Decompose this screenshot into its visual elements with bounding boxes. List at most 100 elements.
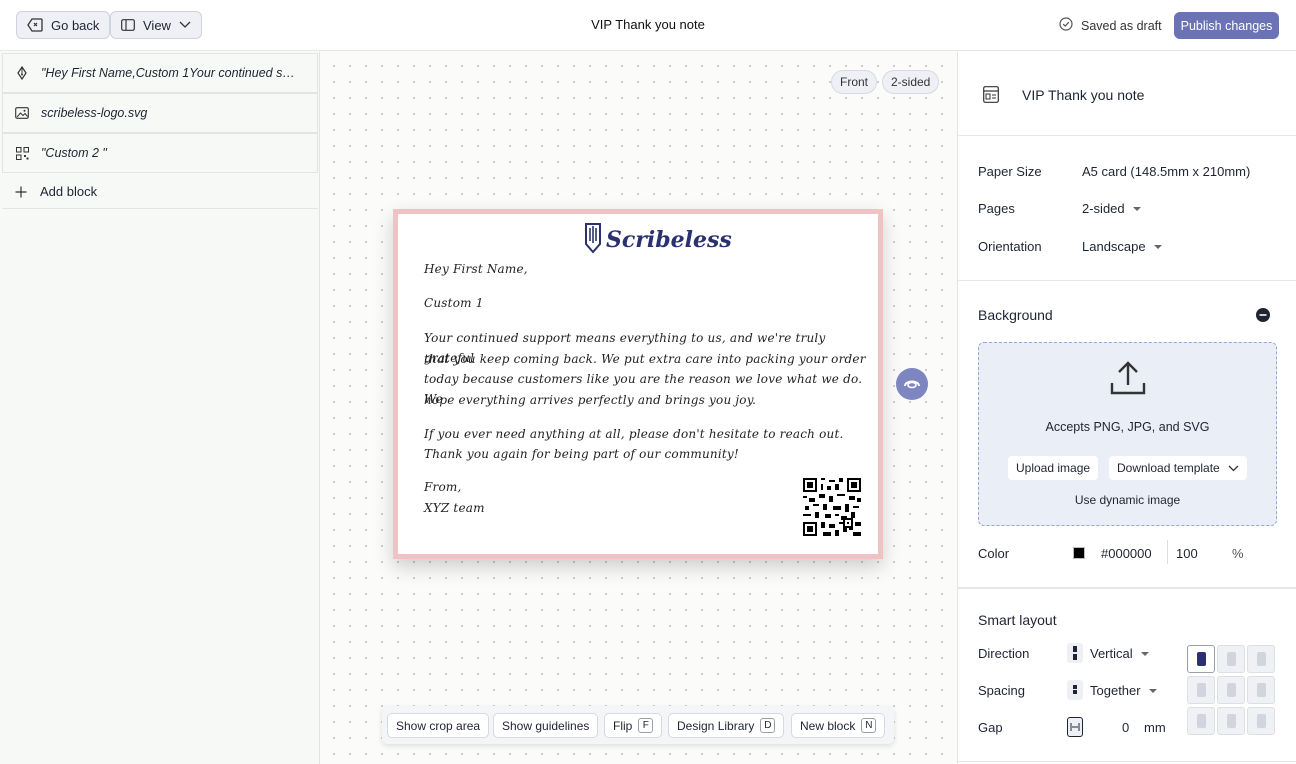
- new-block-label: New block: [800, 718, 856, 733]
- front-side-badge[interactable]: Front: [831, 70, 878, 94]
- new-block-button[interactable]: New block N: [791, 713, 886, 738]
- pen-nib-icon: [3, 66, 41, 80]
- show-guidelines-button[interactable]: Show guidelines: [493, 713, 599, 738]
- card-paragraph-1-line: that you keep coming back. We put extra …: [424, 352, 866, 366]
- orientation-select[interactable]: Landscape: [1082, 239, 1162, 254]
- section-divider: [958, 588, 1296, 589]
- pages-select-value: 2-sided: [1082, 201, 1125, 216]
- direction-vertical-icon: [1067, 643, 1083, 663]
- spacing-select[interactable]: Together: [1090, 683, 1157, 698]
- align-bottom-left-cell[interactable]: [1187, 707, 1215, 735]
- align-top-right-cell[interactable]: [1247, 645, 1275, 673]
- align-indicator-icon: [1256, 683, 1266, 697]
- card-paragraph-1-line: hope everything arrives perfectly and br…: [424, 393, 757, 407]
- color-hex-input[interactable]: #000000: [1101, 546, 1152, 561]
- template-header: VIP Thank you note: [958, 52, 1296, 136]
- flip-label: Flip: [613, 718, 633, 733]
- view-menu-button[interactable]: View: [110, 11, 202, 39]
- design-library-shortcut-key: D: [760, 718, 776, 733]
- scribeless-logo[interactable]: Scribeless: [584, 222, 732, 257]
- show-crop-area-button[interactable]: Show crop area: [387, 713, 490, 738]
- block-item-logo[interactable]: scribeless-logo.svg: [2, 93, 318, 133]
- chevron-down-icon: [179, 21, 191, 29]
- spacing-select-value: Together: [1090, 683, 1141, 698]
- qr-code[interactable]: [803, 478, 861, 536]
- publish-button[interactable]: Publish changes: [1174, 12, 1279, 39]
- accepts-formats-text: Accepts PNG, JPG, and SVG: [1045, 420, 1210, 434]
- gap-input[interactable]: 0: [1122, 720, 1129, 735]
- upload-icon: [1109, 359, 1147, 400]
- align-top-center-cell[interactable]: [1217, 645, 1245, 673]
- flip-button[interactable]: Flip F: [604, 713, 663, 738]
- plus-icon: [2, 186, 40, 198]
- saved-text: Saved as draft: [1081, 18, 1162, 33]
- align-indicator-icon: [1196, 683, 1206, 697]
- flip-shortcut-key: F: [638, 718, 654, 733]
- view-label: View: [143, 17, 171, 33]
- color-swatch[interactable]: [1073, 547, 1085, 559]
- upload-image-label: Upload image: [1016, 461, 1091, 475]
- card-greeting: Hey First Name,: [424, 262, 528, 276]
- pen-logo-icon: [584, 222, 602, 257]
- image-icon: [3, 107, 41, 119]
- back-arrow-icon: [27, 18, 43, 32]
- align-indicator-icon: [1196, 714, 1206, 728]
- background-dropzone[interactable]: Accepts PNG, JPG, and SVG Upload image D…: [978, 342, 1277, 526]
- paper-size-value: A5 card (148.5mm x 210mm): [1082, 164, 1251, 179]
- download-template-button[interactable]: Download template: [1109, 456, 1247, 480]
- template-icon: [983, 86, 999, 106]
- design-library-button[interactable]: Design Library D: [668, 713, 785, 738]
- align-middle-center-cell[interactable]: [1217, 676, 1245, 704]
- block-item-qr[interactable]: "Custom 2 ": [2, 133, 318, 173]
- section-divider: [958, 761, 1296, 762]
- orientation-label: Orientation: [978, 239, 1042, 254]
- align-indicator-icon: [1256, 652, 1266, 666]
- card-paragraph-2-line: If you ever need anything at all, please…: [424, 427, 844, 441]
- opacity-input[interactable]: 100: [1176, 546, 1198, 561]
- align-indicator-icon: [1226, 683, 1236, 697]
- upload-image-button[interactable]: Upload image: [1008, 456, 1099, 480]
- paper-size-label: Paper Size: [978, 164, 1042, 179]
- align-middle-right-cell[interactable]: [1247, 676, 1275, 704]
- panel-title: VIP Thank you note: [1022, 87, 1145, 103]
- block-label: scribeless-logo.svg: [41, 106, 148, 120]
- pages-select[interactable]: 2-sided: [1082, 201, 1141, 216]
- gap-unit: mm: [1144, 720, 1166, 735]
- align-middle-left-cell[interactable]: [1187, 676, 1215, 704]
- rotate-handle-icon[interactable]: [896, 368, 928, 400]
- opacity-unit: %: [1232, 546, 1244, 561]
- align-top-left-cell[interactable]: [1187, 645, 1215, 673]
- gap-icon: [1067, 717, 1083, 737]
- smart-layout-title: Smart layout: [978, 612, 1057, 628]
- color-label: Color: [978, 546, 1010, 561]
- go-back-label: Go back: [51, 17, 100, 33]
- card-paragraph-2-line: Thank you again for being part of our co…: [424, 447, 739, 461]
- remove-background-icon[interactable]: [1256, 308, 1270, 325]
- card-signoff-from: From,: [424, 480, 462, 494]
- design-canvas[interactable]: Front 2-sided Scribeless Hey First Name,…: [320, 52, 956, 764]
- go-back-button[interactable]: Go back: [16, 11, 111, 39]
- top-bar: Go back View VIP Thank you note Saved as…: [0, 0, 1296, 51]
- align-indicator-icon: [1196, 652, 1206, 666]
- block-item-text[interactable]: "Hey First Name,Custom 1Your continued s…: [2, 53, 318, 93]
- gap-label: Gap: [978, 720, 1003, 735]
- align-bottom-center-cell[interactable]: [1217, 707, 1245, 735]
- caret-down-icon: [1153, 244, 1162, 249]
- caret-down-icon: [1140, 651, 1149, 656]
- direction-select[interactable]: Vertical: [1090, 646, 1149, 661]
- align-indicator-icon: [1226, 714, 1236, 728]
- download-template-label: Download template: [1117, 461, 1220, 475]
- properties-panel: VIP Thank you note Paper Size A5 card (1…: [957, 52, 1296, 764]
- use-dynamic-image-link[interactable]: Use dynamic image: [979, 493, 1276, 507]
- columns-icon: [121, 19, 135, 31]
- add-block-label: Add block: [40, 184, 98, 199]
- direction-label: Direction: [978, 646, 1030, 661]
- new-block-shortcut-key: N: [861, 718, 877, 733]
- add-block-button[interactable]: Add block: [2, 175, 318, 209]
- two-sided-badge[interactable]: 2-sided: [882, 70, 940, 94]
- logo-text: Scribeless: [606, 226, 732, 253]
- spacing-together-icon: [1067, 680, 1083, 700]
- direction-select-value: Vertical: [1090, 646, 1133, 661]
- align-bottom-right-cell[interactable]: [1247, 707, 1275, 735]
- card-preview[interactable]: Scribeless Hey First Name, Custom 1 Your…: [393, 209, 883, 559]
